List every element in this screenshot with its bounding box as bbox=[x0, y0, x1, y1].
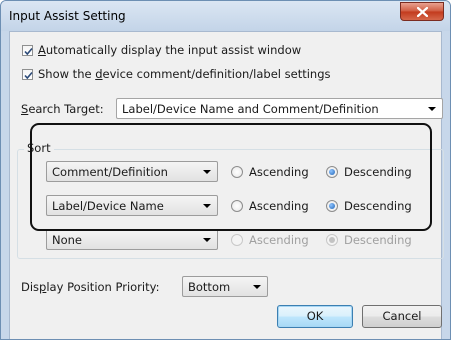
show-device-checkbox[interactable] bbox=[22, 68, 33, 80]
sort-field-3-dropdown[interactable]: None bbox=[46, 229, 218, 250]
checkmark-icon bbox=[24, 71, 33, 79]
sort-3-descending-label: Descending bbox=[344, 233, 412, 247]
show-device-label: Show the device comment/definition/label… bbox=[38, 67, 331, 81]
sort-1-descending-radio[interactable] bbox=[326, 166, 338, 178]
sort-1-ascending-label: Ascending bbox=[249, 165, 309, 179]
auto-display-checkbox-row[interactable]: Automatically display the input assist w… bbox=[22, 43, 301, 57]
sort-group-label: Sort bbox=[24, 141, 54, 155]
sort-3-ascending-radio bbox=[231, 234, 243, 246]
close-icon bbox=[417, 7, 428, 17]
sort-field-1-value: Comment/Definition bbox=[52, 165, 168, 179]
sort-2-descending-radio[interactable] bbox=[326, 200, 338, 212]
sort-2-ascending-label: Ascending bbox=[249, 199, 309, 213]
chevron-down-icon bbox=[253, 285, 261, 289]
chevron-down-icon bbox=[428, 107, 436, 111]
sort-1-descending-label: Descending bbox=[344, 165, 412, 179]
sort-3-ascending-label: Ascending bbox=[249, 233, 309, 247]
sort-2-descending-option[interactable]: Descending bbox=[326, 199, 412, 213]
title-bar[interactable]: Input Assist Setting bbox=[1, 1, 450, 31]
checkmark-icon bbox=[24, 47, 33, 55]
chevron-down-icon bbox=[203, 170, 211, 174]
auto-display-label: Automatically display the input assist w… bbox=[38, 43, 302, 57]
sort-field-1-dropdown[interactable]: Comment/Definition bbox=[46, 161, 218, 182]
show-device-checkbox-row[interactable]: Show the device comment/definition/label… bbox=[22, 67, 331, 81]
search-target-label: Search Target: bbox=[21, 102, 104, 116]
sort-1-descending-option[interactable]: Descending bbox=[326, 165, 412, 179]
sort-1-ascending-option[interactable]: Ascending bbox=[231, 165, 309, 179]
cancel-button[interactable]: Cancel bbox=[362, 305, 442, 328]
ok-button[interactable]: OK bbox=[277, 305, 353, 328]
input-assist-dialog: Input Assist Setting Automatically displ… bbox=[0, 0, 451, 340]
dialog-body: Automatically display the input assist w… bbox=[9, 31, 444, 339]
auto-display-checkbox[interactable] bbox=[22, 44, 33, 56]
display-position-label: Dis p lay Position Priority: bbox=[21, 280, 160, 294]
sort-2-descending-label: Descending bbox=[344, 199, 412, 213]
chevron-down-icon bbox=[203, 204, 211, 208]
display-position-dropdown[interactable]: Bottom bbox=[182, 276, 268, 297]
display-position-value: Bottom bbox=[188, 280, 231, 294]
sort-2-ascending-option[interactable]: Ascending bbox=[231, 199, 309, 213]
sort-3-ascending-option: Ascending bbox=[231, 233, 309, 247]
sort-3-descending-radio bbox=[326, 234, 338, 246]
sort-2-ascending-radio[interactable] bbox=[231, 200, 243, 212]
search-target-value: Label/Device Name and Comment/Definition bbox=[122, 102, 379, 116]
window-title: Input Assist Setting bbox=[9, 9, 126, 23]
sort-field-2-dropdown[interactable]: Label/Device Name bbox=[46, 195, 218, 216]
search-target-dropdown[interactable]: Label/Device Name and Comment/Definition bbox=[116, 98, 443, 119]
sort-field-3-value: None bbox=[52, 233, 83, 247]
sort-1-ascending-radio[interactable] bbox=[231, 166, 243, 178]
chevron-down-icon bbox=[203, 238, 211, 242]
sort-field-2-value: Label/Device Name bbox=[52, 199, 164, 213]
close-button[interactable] bbox=[400, 2, 444, 21]
sort-3-descending-option: Descending bbox=[326, 233, 412, 247]
